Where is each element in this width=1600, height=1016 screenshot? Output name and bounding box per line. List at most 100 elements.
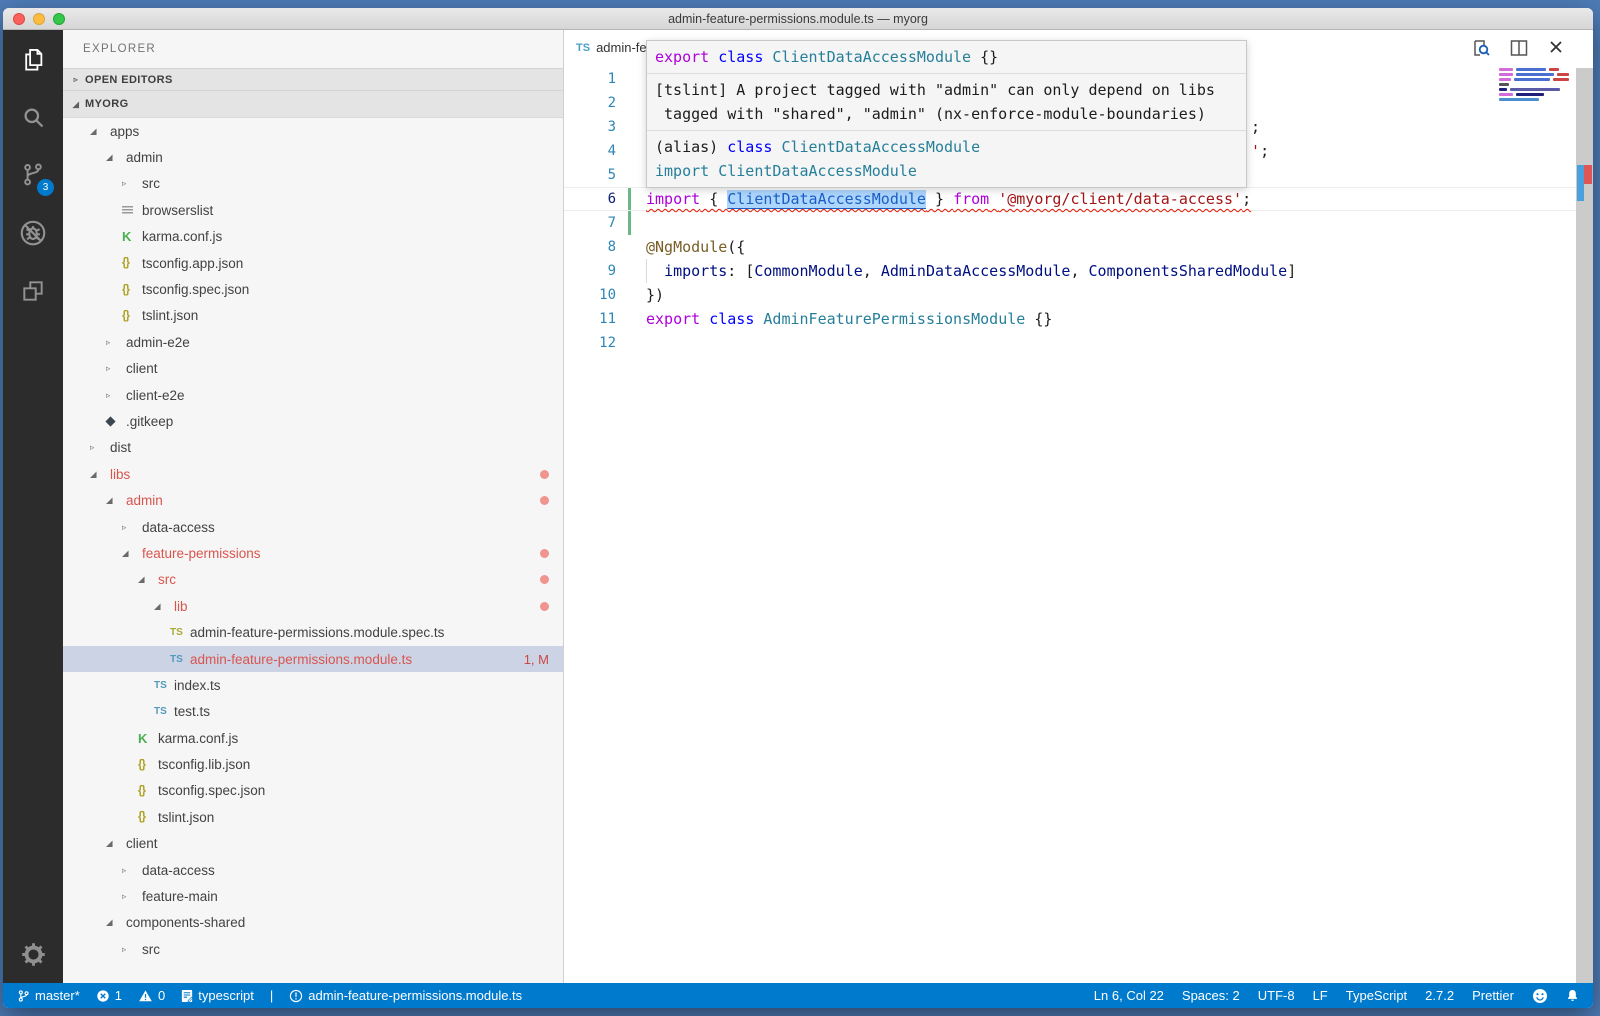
tree-item[interactable]: ▹client xyxy=(63,356,563,382)
tree-item[interactable]: ▹client-e2e xyxy=(63,382,563,408)
status-item[interactable]: Ln 6, Col 22 xyxy=(1094,988,1164,1003)
status-item-warning[interactable]: 0 xyxy=(138,988,165,1003)
tree-item[interactable]: Kkarma.conf.js xyxy=(63,725,563,751)
tree-item[interactable]: {}tsconfig.spec.json xyxy=(63,276,563,302)
tree-item[interactable]: ▹admin-e2e xyxy=(63,329,563,355)
chevron-right-icon: ▹ xyxy=(122,178,138,189)
open-preview-icon[interactable] xyxy=(1471,38,1491,58)
ts-blue-icon: TS xyxy=(154,706,170,717)
tree-item-label: feature-permissions xyxy=(142,546,261,561)
status-item-branch[interactable]: master* xyxy=(17,988,80,1003)
code-area[interactable]: 123;4';56import { ClientDataAccessModule… xyxy=(564,65,1593,983)
list-icon xyxy=(122,206,138,215)
tree-item[interactable]: TSindex.ts xyxy=(63,672,563,698)
tree-item[interactable]: Kkarma.conf.js xyxy=(63,224,563,250)
status-item-note[interactable]: typescript xyxy=(181,988,254,1003)
tree-item[interactable]: ◢client xyxy=(63,831,563,857)
tree-item[interactable]: ◢components-shared xyxy=(63,910,563,936)
minimap[interactable] xyxy=(1499,68,1569,103)
tree-item-label: libs xyxy=(110,467,130,482)
json-icon: {} xyxy=(138,759,154,771)
git-status-badge: 1, M xyxy=(524,652,549,667)
debug-disabled-button[interactable] xyxy=(3,204,63,262)
status-item[interactable]: UTF-8 xyxy=(1258,988,1295,1003)
chevron-expanded-icon: ◢ xyxy=(138,574,154,585)
tree-item[interactable]: ◢admin xyxy=(63,487,563,513)
status-item[interactable]: | xyxy=(270,988,273,1003)
status-item-info[interactable]: admin-feature-permissions.module.ts xyxy=(289,988,522,1003)
explorer-sidebar: EXPLORER ▹ OPEN EDITORS ◢ MYORG ◢apps◢ad… xyxy=(63,30,563,983)
modified-dot-icon xyxy=(540,496,549,505)
tree-item[interactable]: ◢lib xyxy=(63,593,563,619)
tree-item-label: tslint.json xyxy=(142,308,198,323)
code-line[interactable]: 8@NgModule({ xyxy=(564,235,1593,259)
tree-item-label: karma.conf.js xyxy=(142,229,222,244)
tree-item[interactable]: TSadmin-feature-permissions.module.spec.… xyxy=(63,619,563,645)
chevron-expanded-icon: ◢ xyxy=(106,838,122,849)
section-workspace[interactable]: ◢ MYORG xyxy=(63,90,563,118)
tree-item[interactable]: {}tsconfig.lib.json xyxy=(63,751,563,777)
tree-item[interactable]: {}tsconfig.app.json xyxy=(63,250,563,276)
tree-item[interactable]: browserslist xyxy=(63,197,563,223)
status-item[interactable]: 2.7.2 xyxy=(1425,988,1454,1003)
tree-item[interactable]: TSadmin-feature-permissions.module.ts1, … xyxy=(63,646,563,672)
info-icon xyxy=(289,989,303,1003)
tree-item[interactable]: {}tslint.json xyxy=(63,303,563,329)
search-icon-button[interactable] xyxy=(3,88,63,146)
status-item-label: Ln 6, Col 22 xyxy=(1094,988,1164,1003)
chevron-right-icon: ▹ xyxy=(122,522,138,533)
tree-item-label: .gitkeep xyxy=(126,414,173,429)
overview-ruler[interactable] xyxy=(1576,68,1593,983)
json-icon: {} xyxy=(122,284,138,296)
status-item[interactable]: Prettier xyxy=(1472,988,1514,1003)
status-item-label: Prettier xyxy=(1472,988,1514,1003)
status-item[interactable]: LF xyxy=(1313,988,1328,1003)
tree-item-label: admin-feature-permissions.module.ts xyxy=(190,652,412,667)
modified-dot-icon xyxy=(540,470,549,479)
tree-item[interactable]: {}tsconfig.spec.json xyxy=(63,778,563,804)
tree-item[interactable]: ◢admin xyxy=(63,144,563,170)
tree-item[interactable]: ▹data-access xyxy=(63,857,563,883)
tree-item[interactable]: ◢src xyxy=(63,567,563,593)
tree-item[interactable]: ◢libs xyxy=(63,461,563,487)
status-item-label: 2.7.2 xyxy=(1425,988,1454,1003)
chevron-right-icon: ▹ xyxy=(122,944,138,955)
tree-item[interactable]: ▹dist xyxy=(63,435,563,461)
tree-item[interactable]: ▹src xyxy=(63,936,563,962)
ts-blue-icon: TS xyxy=(154,680,170,691)
status-item-smiley[interactable] xyxy=(1532,988,1548,1004)
code-line[interactable]: 6import { ClientDataAccessModule } from … xyxy=(564,187,1593,211)
tree-item[interactable]: ▹data-access xyxy=(63,514,563,540)
explorer-icon[interactable] xyxy=(3,30,63,88)
settings-button[interactable] xyxy=(3,925,63,983)
status-item-label: master* xyxy=(35,988,80,1003)
tree-item[interactable]: TStest.ts xyxy=(63,699,563,725)
scm-badge: 3 xyxy=(37,179,54,196)
status-item-error[interactable]: 1 xyxy=(96,988,122,1003)
tree-item[interactable]: ▹feature-main xyxy=(63,883,563,909)
tree-item[interactable]: {}tslint.json xyxy=(63,804,563,830)
tree-item[interactable]: ◢feature-permissions xyxy=(63,540,563,566)
modified-dot-icon xyxy=(540,575,549,584)
code-line[interactable]: 11export class AdminFeaturePermissionsMo… xyxy=(564,307,1593,331)
chevron-right-icon: ▹ xyxy=(122,865,138,876)
code-line[interactable]: 10}) xyxy=(564,283,1593,307)
tree-item[interactable]: .gitkeep xyxy=(63,408,563,434)
bell-icon xyxy=(1566,988,1579,1003)
split-editor-icon[interactable] xyxy=(1509,38,1529,58)
status-item-bell[interactable] xyxy=(1566,988,1579,1003)
tree-item-label: tsconfig.app.json xyxy=(142,256,243,271)
tree-item[interactable]: ▹src xyxy=(63,171,563,197)
extensions-button[interactable] xyxy=(3,262,63,320)
code-line[interactable]: 12 xyxy=(564,331,1593,355)
hover-row: [tslint] A project tagged with "admin" c… xyxy=(647,73,1246,130)
tree-item[interactable]: ◢apps xyxy=(63,118,563,144)
close-icon[interactable] xyxy=(1547,38,1565,56)
code-line[interactable]: 7 xyxy=(564,211,1593,235)
source-control-button[interactable]: 3 xyxy=(3,146,63,204)
section-open-editors[interactable]: ▹ OPEN EDITORS xyxy=(63,68,563,90)
status-item[interactable]: TypeScript xyxy=(1346,988,1407,1003)
tree-item-label: admin xyxy=(126,493,163,508)
code-line[interactable]: 9 imports: [CommonModule, AdminDataAcces… xyxy=(564,259,1593,283)
status-item[interactable]: Spaces: 2 xyxy=(1182,988,1240,1003)
